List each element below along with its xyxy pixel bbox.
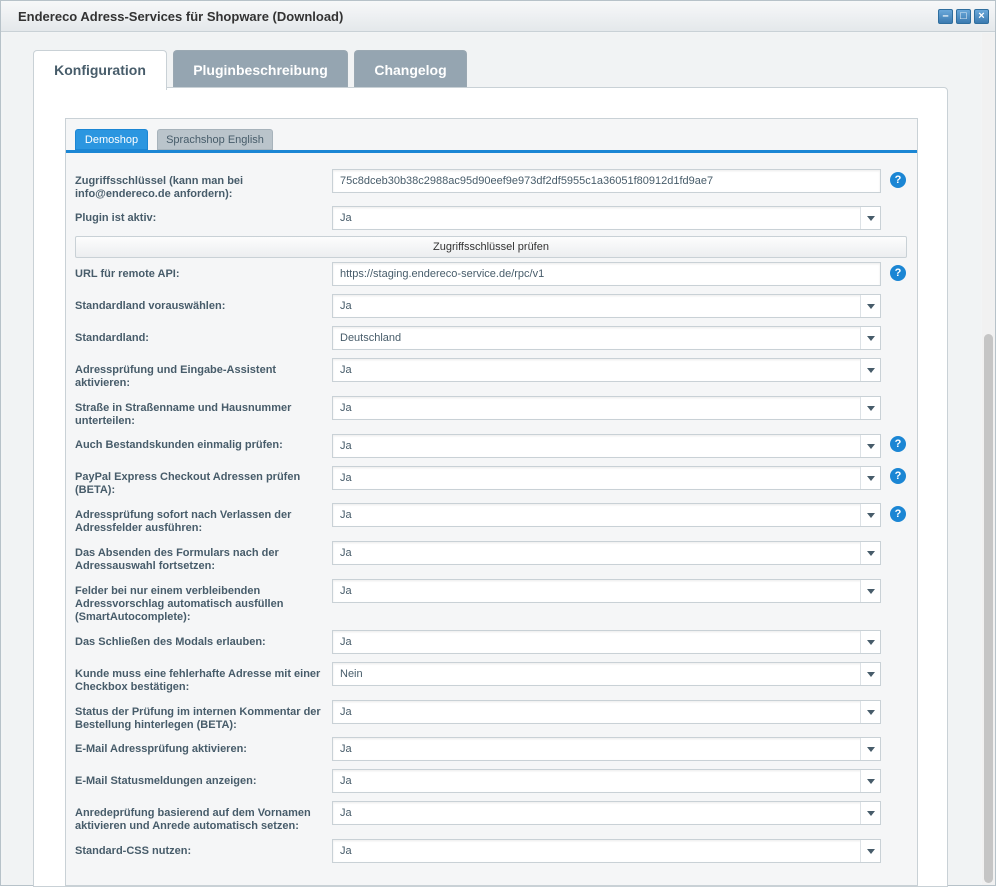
select-value: Ja	[340, 402, 352, 414]
chevron-down-icon[interactable]	[860, 840, 880, 862]
chevron-down-icon[interactable]	[860, 542, 880, 564]
maximize-icon[interactable]: □	[956, 9, 971, 24]
field-label-status-comment: Status der Prüfung im internen Kommentar…	[75, 706, 321, 731]
chevron-down-icon[interactable]	[860, 467, 880, 489]
salutation-check-select[interactable]: Ja	[332, 801, 881, 825]
help-icon[interactable]: ?	[890, 468, 906, 484]
check-on-blur-select[interactable]: Ja	[332, 503, 881, 527]
field-label-email-check: E-Mail Adressprüfung aktivieren:	[75, 743, 247, 755]
chevron-down-icon[interactable]	[860, 580, 880, 602]
chevron-down-icon[interactable]	[860, 327, 880, 349]
smart-autocomplete-select[interactable]: Ja	[332, 579, 881, 603]
select-value: Deutschland	[340, 332, 402, 344]
tab-changelog[interactable]: Changelog	[354, 50, 467, 88]
field-label-resume-submit: Das Absenden des Formulars nach der Adre…	[75, 547, 279, 572]
tab-demoshop[interactable]: Demoshop	[75, 129, 148, 150]
select-value: Ja	[340, 585, 352, 597]
check-existing-customers-select[interactable]: Ja	[332, 434, 881, 458]
field-label-address-check: Adressprüfung und Eingabe-Assistent akti…	[75, 364, 277, 389]
field-label-paypal-express: PayPal Express Checkout Adressen prüfen …	[75, 471, 301, 496]
email-check-select[interactable]: Ja	[332, 737, 881, 761]
chevron-down-icon[interactable]	[860, 770, 880, 792]
chevron-down-icon[interactable]	[860, 295, 880, 317]
select-value: Ja	[340, 706, 352, 718]
field-label-check-on-blur: Adressprüfung sofort nach Verlassen der …	[75, 509, 292, 534]
select-value: Nein	[340, 668, 363, 680]
chevron-down-icon[interactable]	[860, 802, 880, 824]
chevron-down-icon[interactable]	[860, 663, 880, 685]
close-icon[interactable]: ×	[974, 9, 989, 24]
plugin-active-select[interactable]: Ja	[332, 206, 881, 230]
field-label-split-street: Straße in Straßenname und Hausnummer unt…	[75, 402, 292, 427]
chevron-down-icon[interactable]	[860, 631, 880, 653]
field-label-plugin-active: Plugin ist aktiv:	[75, 212, 157, 224]
help-icon[interactable]: ?	[890, 436, 906, 452]
tab-pluginbeschreibung[interactable]: Pluginbeschreibung	[173, 50, 348, 88]
field-label-default-css: Standard-CSS nutzen:	[75, 845, 192, 857]
minimize-icon[interactable]: –	[938, 9, 953, 24]
field-label-check-existing-customers: Auch Bestandskunden einmalig prüfen:	[75, 439, 283, 451]
select-value: Ja	[340, 440, 352, 452]
field-label-default-country: Standardland:	[75, 332, 149, 344]
select-value: Ja	[340, 775, 352, 787]
field-label-confirm-checkbox: Kunde muss eine fehlerhafte Adresse mit …	[75, 668, 321, 693]
help-icon[interactable]: ?	[890, 506, 906, 522]
scrollbar-thumb[interactable]	[984, 334, 993, 883]
tab-sprachshop-english[interactable]: Sprachshop English	[157, 129, 273, 150]
default-css-select[interactable]: Ja	[332, 839, 881, 863]
chevron-down-icon[interactable]	[860, 701, 880, 723]
field-label-access-key: Zugriffsschlüssel (kann man bei info@end…	[75, 175, 244, 200]
paypal-express-select[interactable]: Ja	[332, 466, 881, 490]
chevron-down-icon[interactable]	[860, 207, 880, 229]
select-value: Ja	[340, 509, 352, 521]
preselect-country-select[interactable]: Ja	[332, 294, 881, 318]
default-country-select[interactable]: Deutschland	[332, 326, 881, 350]
split-street-select[interactable]: Ja	[332, 396, 881, 420]
field-label-salutation-check: Anredeprüfung basierend auf dem Vornamen…	[75, 807, 311, 832]
select-value: Ja	[340, 743, 352, 755]
access-key-input[interactable]: 75c8dceb30b38c2988ac95d90eef9e973df2df59…	[332, 169, 881, 193]
shop-tabbar: Demoshop Sprachshop English	[66, 119, 917, 153]
select-value: Ja	[340, 807, 352, 819]
chevron-down-icon[interactable]	[860, 738, 880, 760]
chevron-down-icon[interactable]	[860, 359, 880, 381]
field-label-allow-close-modal: Das Schließen des Modals erlauben:	[75, 636, 266, 648]
select-value: Ja	[340, 547, 352, 559]
select-value: Ja	[340, 212, 352, 224]
check-access-key-button[interactable]: Zugriffsschlüssel prüfen	[75, 236, 907, 258]
chevron-down-icon[interactable]	[860, 504, 880, 526]
tab-konfiguration[interactable]: Konfiguration	[33, 50, 167, 90]
field-label-remote-api-url: URL für remote API:	[75, 268, 180, 280]
resume-submit-select[interactable]: Ja	[332, 541, 881, 565]
window-titlebar[interactable]: Endereco Adress-Services für Shopware (D…	[1, 1, 995, 32]
confirm-checkbox-select[interactable]: Nein	[332, 662, 881, 686]
status-comment-select[interactable]: Ja	[332, 700, 881, 724]
allow-close-modal-select[interactable]: Ja	[332, 630, 881, 654]
remote-api-url-input[interactable]: https://staging.endereco-service.de/rpc/…	[332, 262, 881, 286]
select-value: Ja	[340, 472, 352, 484]
window-title: Endereco Adress-Services für Shopware (D…	[18, 9, 344, 24]
help-icon[interactable]: ?	[890, 172, 906, 188]
chevron-down-icon[interactable]	[860, 397, 880, 419]
help-icon[interactable]: ?	[890, 265, 906, 281]
chevron-down-icon[interactable]	[860, 435, 880, 457]
select-value: Ja	[340, 364, 352, 376]
select-value: Ja	[340, 845, 352, 857]
field-label-email-status: E-Mail Statusmeldungen anzeigen:	[75, 775, 257, 787]
field-label-preselect-country: Standardland vorauswählen:	[75, 300, 226, 312]
select-value: Ja	[340, 636, 352, 648]
address-check-select[interactable]: Ja	[332, 358, 881, 382]
field-label-smart-autocomplete: Felder bei nur einem verbleibenden Adres…	[75, 585, 284, 623]
select-value: Ja	[340, 300, 352, 312]
email-status-select[interactable]: Ja	[332, 769, 881, 793]
